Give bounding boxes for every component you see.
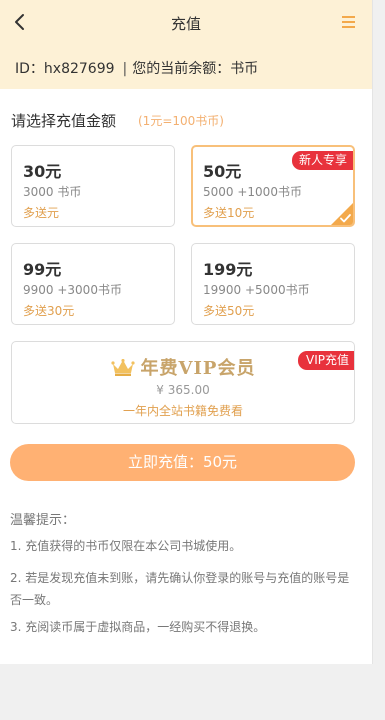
vip-price: ¥ 365.00 [156,383,210,397]
recharge-option-199[interactable]: 199元 19900 +5000书币 多送50元 [191,243,355,325]
exchange-rate-note: (1元=100书币) [138,114,224,128]
tip-item: 3. 充阅读币属于虚拟商品，一经购买不得退换。 [10,620,266,634]
option-coins: 5000 +1000书币 [203,185,302,199]
section-title: 请选择充值金额 [11,112,117,130]
balance-value: 书币 [230,61,259,77]
user-id-label: ID： [15,61,44,77]
recharge-option-30[interactable]: 30元 3000 书币 多送元 [11,145,175,227]
option-price: 199元 [203,260,253,279]
crown-icon [110,359,135,376]
option-bonus: 多送50元 [203,304,255,318]
vip-description: 一年内全站书籍免费看 [122,404,243,418]
recharge-panel: 请选择充值金额 (1元=100书币) 30元 3000 书币 多送元 50元 5… [0,89,372,664]
new-user-badge: 新人专享 [291,151,353,170]
account-bar: ID：hx827699 | 您的当前余额：书币 [0,45,372,89]
option-bonus: 多送10元 [203,206,255,220]
balance-label: 您的当前余额： [132,61,231,77]
page-title: 充值 [170,15,201,33]
option-coins: 19900 +5000书币 [203,283,310,297]
option-price: 50元 [203,162,242,181]
option-bonus: 多送元 [23,206,60,220]
account-info: ID：hx827699 | 您的当前余额：书币 [15,58,258,78]
tips-title: 温馨提示： [10,513,76,528]
page-edge-divider [372,0,373,664]
vip-annual-option[interactable]: 年费VIP会员 ¥ 365.00 一年内全站书籍免费看 VIP充值 [11,341,355,424]
vip-badge: VIP充值 [298,351,354,370]
recharge-now-button[interactable]: 立即充值：50元 [10,444,355,481]
option-coins: 9900 +3000书币 [23,283,122,297]
hamburger-menu-icon[interactable] [342,16,355,28]
tip-item: 2. 若是发现充值未到账，请先确认你登录的账号与充值的账号是否一致。 [10,571,350,607]
option-price: 30元 [23,162,62,181]
recharge-option-50[interactable]: 50元 5000 +1000书币 多送10元 新人专享 [191,145,355,227]
option-price: 99元 [23,260,62,279]
tip-item: 1. 充值获得的书币仅限在本公司书城使用。 [10,539,242,553]
vip-title: 年费VIP会员 [140,358,256,379]
top-bar: 充值 [0,0,372,45]
option-coins: 3000 书币 [23,185,82,199]
account-separator: | [122,61,128,77]
recharge-option-99[interactable]: 99元 9900 +3000书币 多送30元 [11,243,175,325]
user-id-value: hx827699 [43,61,115,77]
checkmark-icon [340,214,351,223]
option-bonus: 多送30元 [23,304,75,318]
